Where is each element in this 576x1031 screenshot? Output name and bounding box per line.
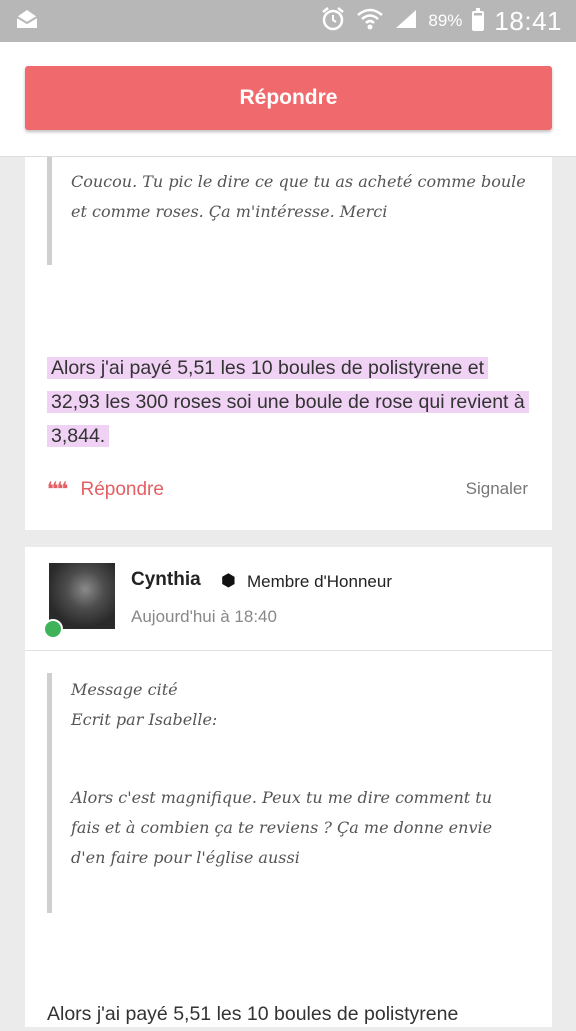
divider (25, 650, 552, 651)
author-avatar-wrap[interactable] (43, 563, 115, 639)
online-status-icon (43, 619, 63, 639)
avatar[interactable] (49, 563, 115, 629)
battery-icon (472, 8, 485, 31)
rank-badge-icon: ⬢ (221, 571, 236, 590)
reply-button[interactable]: Répondre (25, 66, 552, 130)
author-name[interactable]: Cynthia (131, 569, 201, 591)
quoted-message: Alors c'est magnifique. Peux tu me dire … (71, 788, 493, 867)
quote-bar (47, 673, 52, 913)
signal-icon (394, 8, 418, 35)
post-body: Alors j'ai payé 5,51 les 10 boules de po… (47, 1003, 459, 1025)
wifi-icon (356, 7, 384, 36)
quote-author: Ecrit par Isabelle: (71, 710, 218, 729)
quote-icon: ❝❝ (47, 479, 69, 501)
alarm-icon (320, 6, 346, 37)
quote-header: Message cité (71, 680, 178, 699)
post-card: Cynthia ⬢ Membre d'Honneur Aujourd'hui à… (25, 547, 552, 1027)
post-card: Coucou. Tu pic le dire ce que tu as ache… (25, 157, 552, 530)
post-reply-link[interactable]: ❝❝ Répondre (47, 477, 164, 502)
highlighted-text: Alors j'ai payé 5,51 les 10 boules de po… (47, 357, 529, 447)
author-rank: Membre d'Honneur (247, 572, 392, 591)
post-body: Alors j'ai payé 5,51 les 10 boules de po… (47, 351, 537, 453)
reply-header: Répondre (0, 42, 576, 157)
post-timestamp: Aujourd'hui à 18:40 (131, 607, 277, 626)
mail-icon (16, 9, 38, 34)
battery-percentage: 89% (428, 11, 463, 30)
reply-label: Répondre (80, 478, 164, 500)
quote-bar (47, 157, 52, 265)
clock: 18:41 (494, 5, 562, 36)
quoted-message: Coucou. Tu pic le dire ce que tu as ache… (71, 172, 526, 221)
report-link[interactable]: Signaler (466, 479, 528, 499)
status-bar: 89% 18:41 (0, 0, 576, 42)
